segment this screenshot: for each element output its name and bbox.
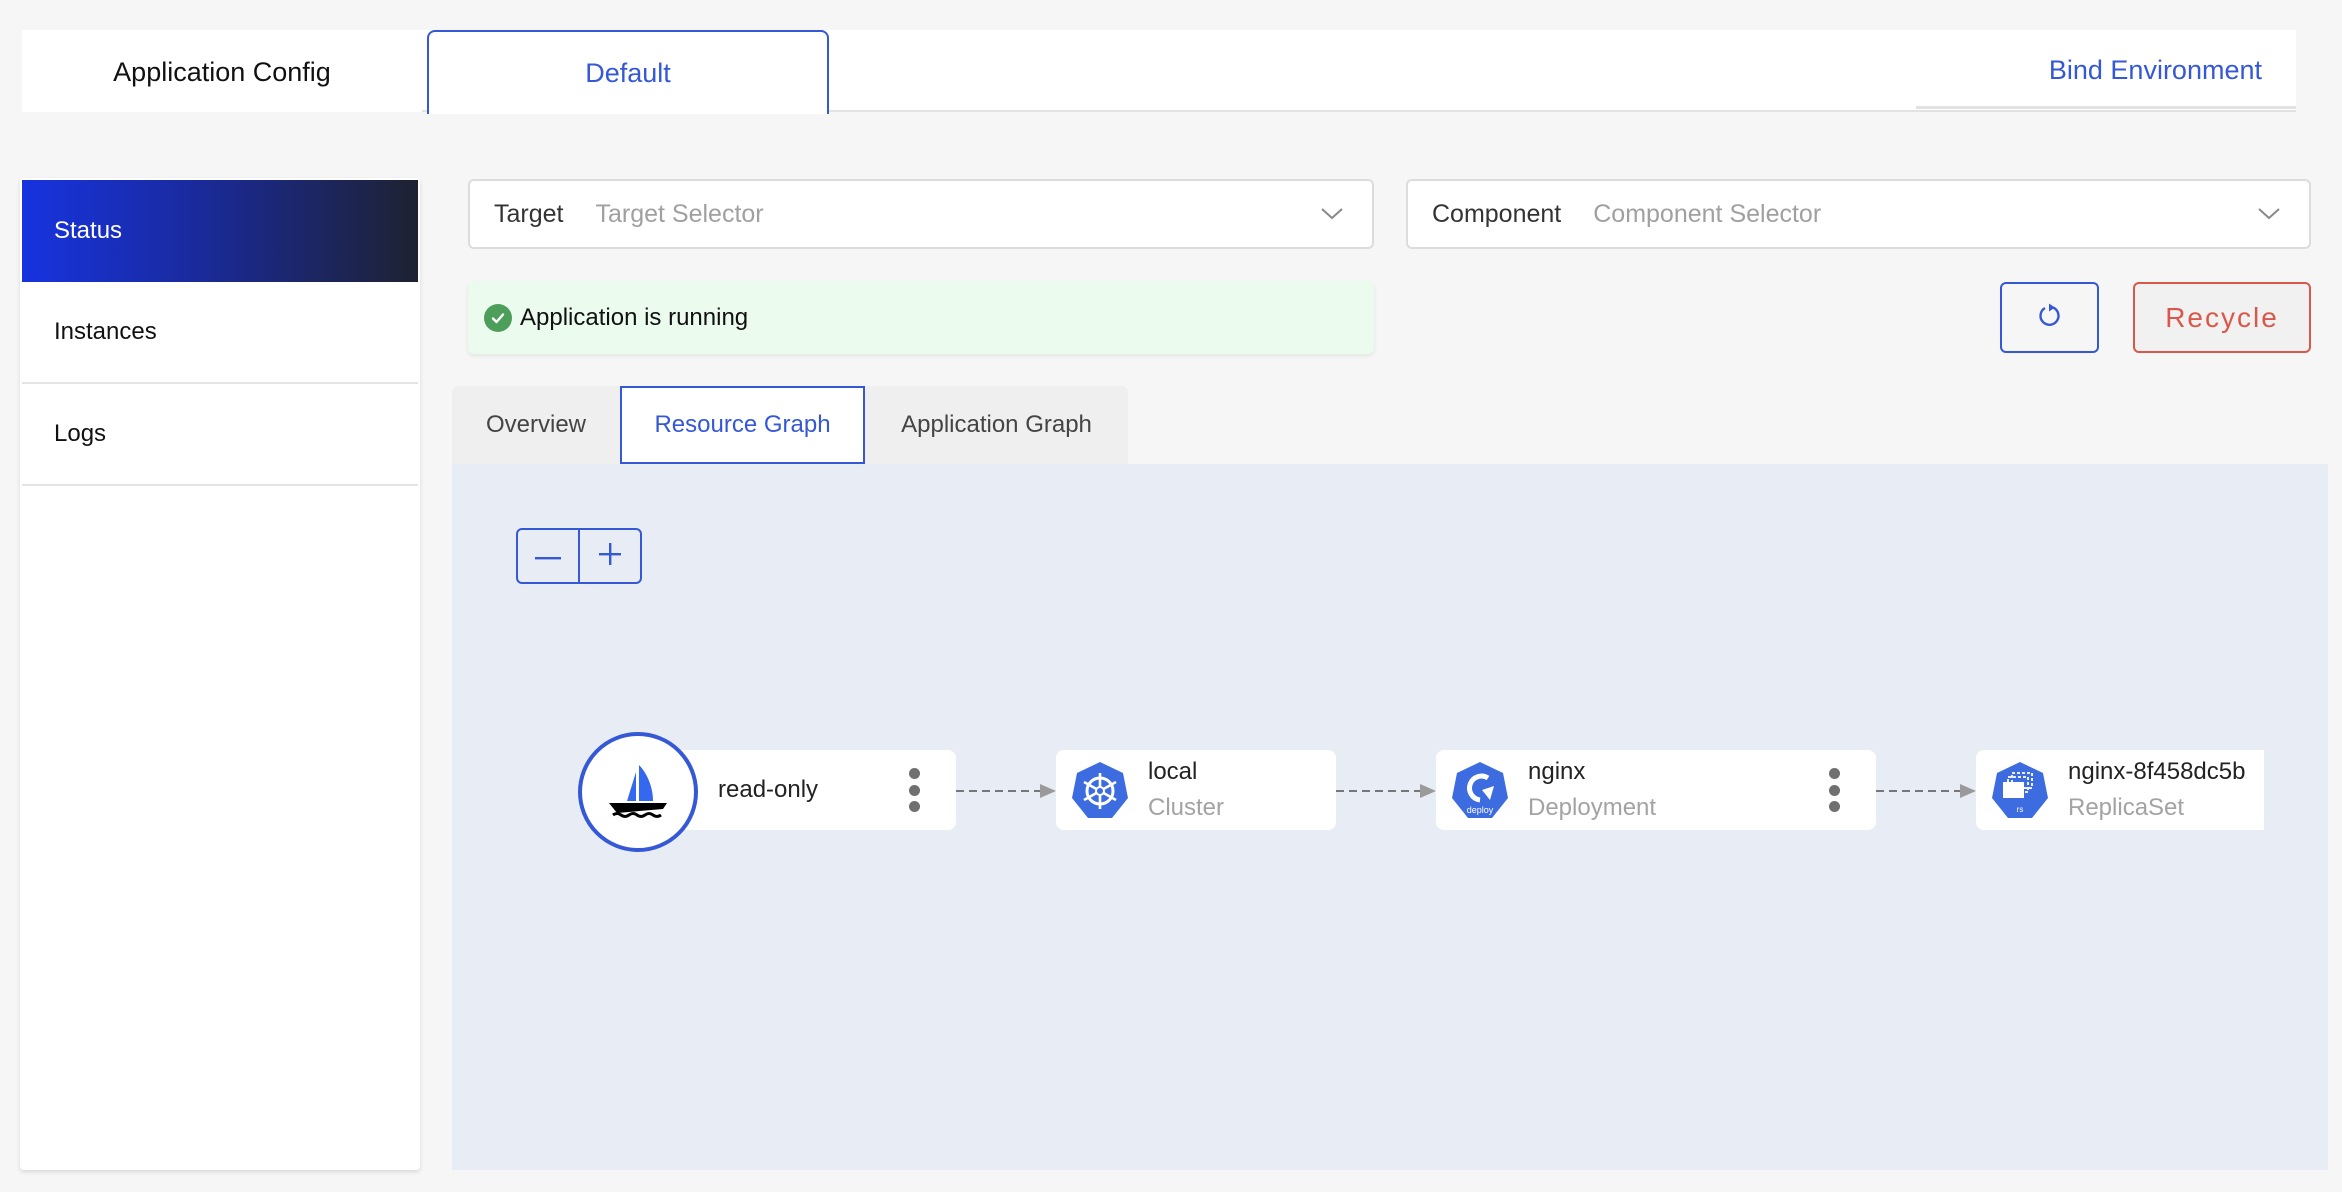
rs-icon-text: rs [2017, 805, 2024, 814]
more-vertical-icon [1828, 768, 1840, 779]
graph-node-app[interactable]: read-only [660, 750, 956, 830]
edge-local-to-nginx [1336, 784, 1436, 798]
node-menu-button[interactable] [908, 768, 920, 812]
graph-node-deployment[interactable]: deploy nginx Deployment [1436, 750, 1876, 830]
graph-node-cluster[interactable]: local Cluster [1056, 750, 1336, 830]
node-menu-button[interactable] [1828, 768, 1840, 812]
target-selector[interactable]: Target Target Selector [468, 179, 1374, 249]
dot [1828, 784, 1840, 796]
node-kind: ReplicaSet [2068, 794, 2185, 821]
component-selector-label: Component [1432, 199, 1562, 228]
sailboat-icon [605, 757, 671, 828]
k8s-deploy-icon: deploy [1452, 762, 1508, 818]
sidebar: Status Instances Logs [20, 178, 420, 1170]
target-selector-placeholder: Target Selector [595, 199, 764, 228]
tab-application-graph[interactable]: Application Graph [865, 386, 1128, 464]
recycle-button[interactable]: Recycle [2133, 282, 2311, 353]
node-name: nginx-8f458dc5b [2068, 758, 2246, 785]
sidebar-item-logs[interactable]: Logs [22, 384, 418, 486]
k8s-replicaset-icon: rs [1992, 762, 2048, 818]
deploy-icon-text: deploy [1467, 805, 1494, 815]
status-message: Application is running [520, 303, 749, 331]
graph-node-replicaset[interactable]: rs nginx-8f458dc5b ReplicaSet [1976, 750, 2264, 830]
dot [908, 784, 920, 796]
tab-resource-graph[interactable]: Resource Graph [620, 386, 865, 464]
sidebar-item-status[interactable]: Status [22, 180, 418, 282]
sidebar-item-instances[interactable]: Instances [22, 282, 418, 384]
dot [1828, 801, 1840, 812]
view-tabs: Overview Resource Graph Application Grap… [452, 386, 1128, 466]
component-selector[interactable]: Component Component Selector [1406, 179, 2311, 249]
edge-readonly-to-local [956, 784, 1056, 798]
application-config-tab[interactable]: Application Config [22, 32, 422, 112]
tab-overview[interactable]: Overview [452, 386, 620, 464]
dot [908, 801, 920, 812]
target-selector-label: Target [494, 199, 564, 228]
bind-environment-button[interactable]: Bind Environment [1916, 30, 2296, 110]
app-node-avatar [578, 732, 698, 852]
edge-nginx-to-replicaset [1876, 784, 1976, 798]
refresh-button[interactable] [2000, 282, 2099, 353]
node-name: read-only [718, 776, 819, 803]
more-vertical-icon [908, 768, 920, 779]
node-kind: Deployment [1528, 794, 1657, 821]
tab-bar-divider [1916, 106, 2296, 109]
component-selector-placeholder: Component Selector [1593, 199, 1822, 228]
refresh-icon [2037, 301, 2063, 334]
check-circle-icon [484, 303, 512, 332]
kubernetes-helm-icon [1072, 762, 1128, 818]
chevron-down-icon [1312, 194, 1352, 234]
node-kind: Cluster [1148, 794, 1225, 821]
status-alert: Application is running [468, 281, 1374, 354]
node-name: local [1148, 758, 1198, 785]
environment-tab-default[interactable]: Default [427, 30, 829, 114]
chevron-down-icon [2249, 194, 2289, 234]
node-name: nginx [1528, 758, 1586, 785]
